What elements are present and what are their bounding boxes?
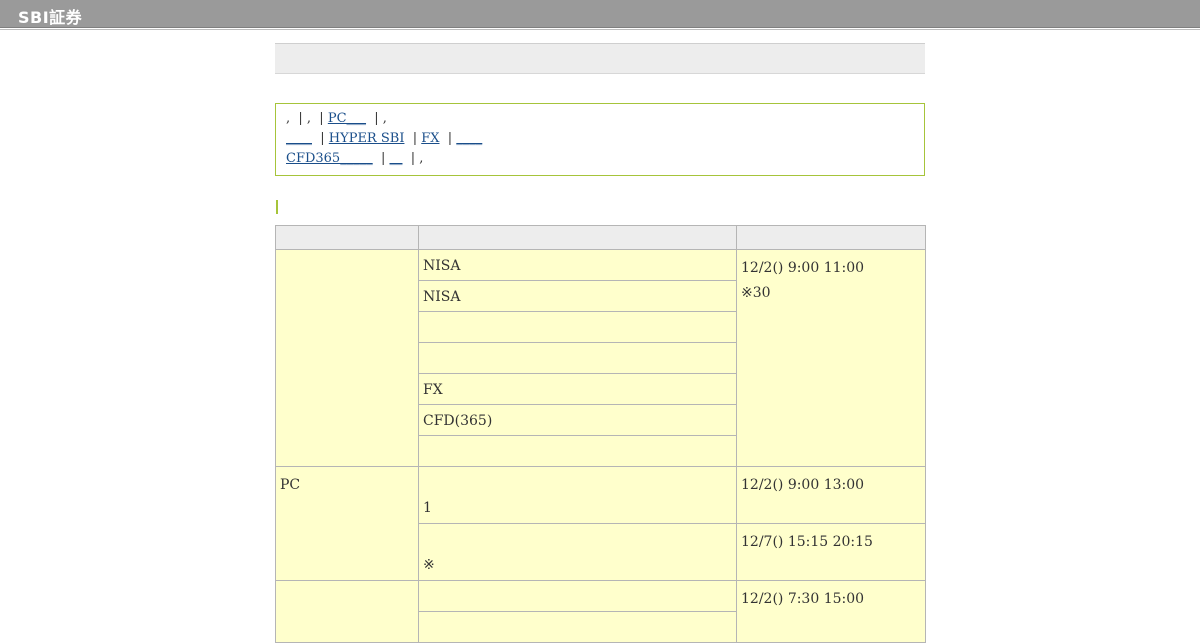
table-row: NISA 12/2() 9:00 11:00 ※30	[275, 249, 926, 467]
separator: |	[372, 151, 390, 166]
separator: |	[439, 131, 457, 146]
service-cell	[418, 435, 737, 467]
service-cell: 1	[418, 466, 737, 524]
top-header-bar: SBI証券	[0, 0, 1200, 28]
notice-text: | ,	[366, 111, 387, 126]
time-cell: 12/2() 9:00 13:00	[736, 466, 926, 524]
table-header-row	[275, 225, 926, 250]
notice-text: | ,	[402, 151, 424, 166]
service-cell: NISA	[418, 249, 737, 281]
fx-link[interactable]: FX	[421, 131, 439, 146]
table-row: 12/2() 7:30 15:00	[275, 580, 926, 643]
notice-line-3: CFD365_____ | __ | ,	[286, 149, 924, 169]
service-cell: CFD(365)	[418, 404, 737, 436]
separator: |	[404, 131, 422, 146]
service-cell: NISA	[418, 280, 737, 312]
column-header-time	[736, 225, 926, 250]
column-header-category	[275, 225, 419, 250]
maintenance-schedule-table: NISA 12/2() 9:00 11:00 ※30 NISA FX CFD(3…	[275, 225, 926, 643]
maintenance-note: ※30	[741, 285, 771, 301]
service-cell	[418, 580, 737, 612]
notice-box: , | , | PC___ | , ____ | HYPER SBI | FX …	[275, 103, 925, 176]
notice-line-2: ____ | HYPER SBI | FX | ____	[286, 129, 924, 149]
notice-link-6[interactable]: __	[389, 151, 402, 166]
pc-link[interactable]: PC___	[328, 111, 366, 126]
column-header-service	[418, 225, 737, 250]
time-cell: 12/2() 9:00 11:00 ※30	[736, 249, 926, 467]
service-cell	[418, 342, 737, 374]
maintenance-time: 12/2() 9:00 11:00	[741, 260, 865, 276]
time-cell: 12/2() 7:30 15:00	[736, 580, 926, 643]
header-divider	[0, 29, 1200, 30]
notice-link-1[interactable]: ____	[286, 131, 312, 146]
service-cell: ※	[418, 523, 737, 581]
time-cell: 12/7() 15:15 20:15	[736, 523, 926, 581]
hyper-sbi-link[interactable]: HYPER SBI	[329, 131, 405, 146]
category-cell	[275, 580, 419, 643]
separator: |	[312, 131, 329, 146]
service-cell: FX	[418, 373, 737, 405]
service-cell	[418, 611, 737, 643]
notice-text: , | , |	[286, 111, 328, 126]
notice-link-4[interactable]: ____	[456, 131, 482, 146]
category-cell: PC	[275, 466, 419, 581]
notice-line-1: , | , | PC___ | ,	[286, 109, 924, 129]
page-title-box	[275, 43, 925, 74]
category-cell	[275, 249, 419, 467]
sbi-logo: SBI証券	[18, 8, 83, 27]
cfd365-link[interactable]: CFD365_____	[286, 151, 373, 166]
section-heading-marker	[276, 200, 278, 214]
table-row: PC 1 12/2() 9:00 13:00	[275, 466, 926, 581]
service-cell	[418, 311, 737, 343]
